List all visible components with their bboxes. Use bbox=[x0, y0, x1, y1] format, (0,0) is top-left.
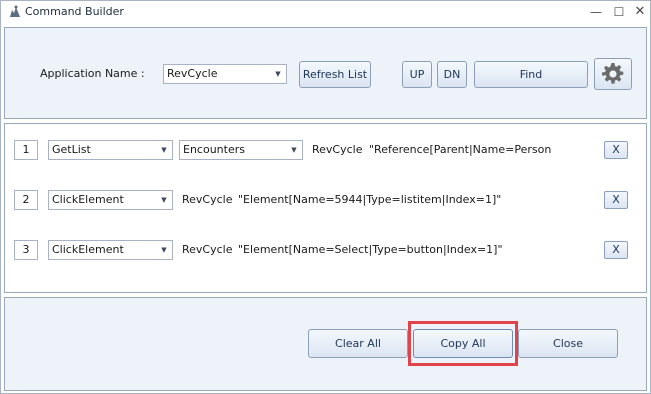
command-target-value: Encounters bbox=[183, 143, 245, 156]
copy-all-highlight bbox=[408, 321, 518, 366]
find-button[interactable]: Find bbox=[474, 61, 588, 88]
command-selector-3: "Element[Name=Select|Type=button|Index=1… bbox=[238, 243, 503, 256]
remove-command-button-3[interactable]: X bbox=[604, 241, 628, 259]
close-window-button[interactable]: ✕ bbox=[630, 3, 650, 21]
clear-all-button[interactable]: Clear All bbox=[308, 329, 408, 358]
command-app-3: RevCycle bbox=[182, 243, 233, 256]
command-action-value: GetList bbox=[52, 143, 91, 156]
chevron-down-icon: ▼ bbox=[275, 70, 281, 78]
remove-command-button-2[interactable]: X bbox=[604, 191, 628, 209]
move-up-button[interactable]: UP bbox=[402, 61, 432, 88]
chevron-down-icon: ▼ bbox=[161, 146, 167, 154]
command-selector-1: "Reference[Parent|Name=Person|T bbox=[369, 143, 551, 156]
app-icon bbox=[10, 5, 20, 17]
command-index-2[interactable]: 2 bbox=[14, 190, 38, 210]
command-target-dropdown-1[interactable]: Encounters ▼ bbox=[179, 140, 303, 160]
command-selector-2: "Element[Name=5944|Type=listitem|Index=1… bbox=[238, 193, 502, 206]
window-title: Command Builder bbox=[25, 5, 124, 18]
settings-button[interactable] bbox=[594, 58, 632, 90]
close-button[interactable]: Close bbox=[518, 329, 618, 358]
move-down-button[interactable]: DN bbox=[437, 61, 467, 88]
application-name-value: RevCycle bbox=[167, 67, 218, 80]
chevron-down-icon: ▼ bbox=[291, 146, 297, 154]
title-bar: Command Builder — ☐ ✕ bbox=[1, 1, 650, 23]
remove-command-button-1[interactable]: X bbox=[604, 141, 628, 159]
minimize-button[interactable]: — bbox=[586, 3, 606, 21]
command-action-dropdown-1[interactable]: GetList ▼ bbox=[48, 140, 173, 160]
refresh-list-button[interactable]: Refresh List bbox=[299, 61, 371, 88]
command-index-1[interactable]: 1 bbox=[14, 140, 38, 160]
application-name-label: Application Name : bbox=[40, 67, 145, 80]
application-name-dropdown[interactable]: RevCycle ▼ bbox=[163, 64, 287, 84]
command-index-3[interactable]: 3 bbox=[14, 240, 38, 260]
chevron-down-icon: ▼ bbox=[161, 246, 167, 254]
gear-icon bbox=[602, 63, 624, 84]
command-app-1: RevCycle bbox=[312, 143, 363, 156]
maximize-button[interactable]: ☐ bbox=[609, 3, 629, 21]
command-action-value: ClickElement bbox=[52, 243, 124, 256]
command-action-dropdown-3[interactable]: ClickElement ▼ bbox=[48, 240, 173, 260]
command-builder-window: Command Builder — ☐ ✕ Application Name :… bbox=[0, 0, 651, 394]
command-action-dropdown-2[interactable]: ClickElement ▼ bbox=[48, 190, 173, 210]
command-app-2: RevCycle bbox=[182, 193, 233, 206]
command-action-value: ClickElement bbox=[52, 193, 124, 206]
chevron-down-icon: ▼ bbox=[161, 196, 167, 204]
